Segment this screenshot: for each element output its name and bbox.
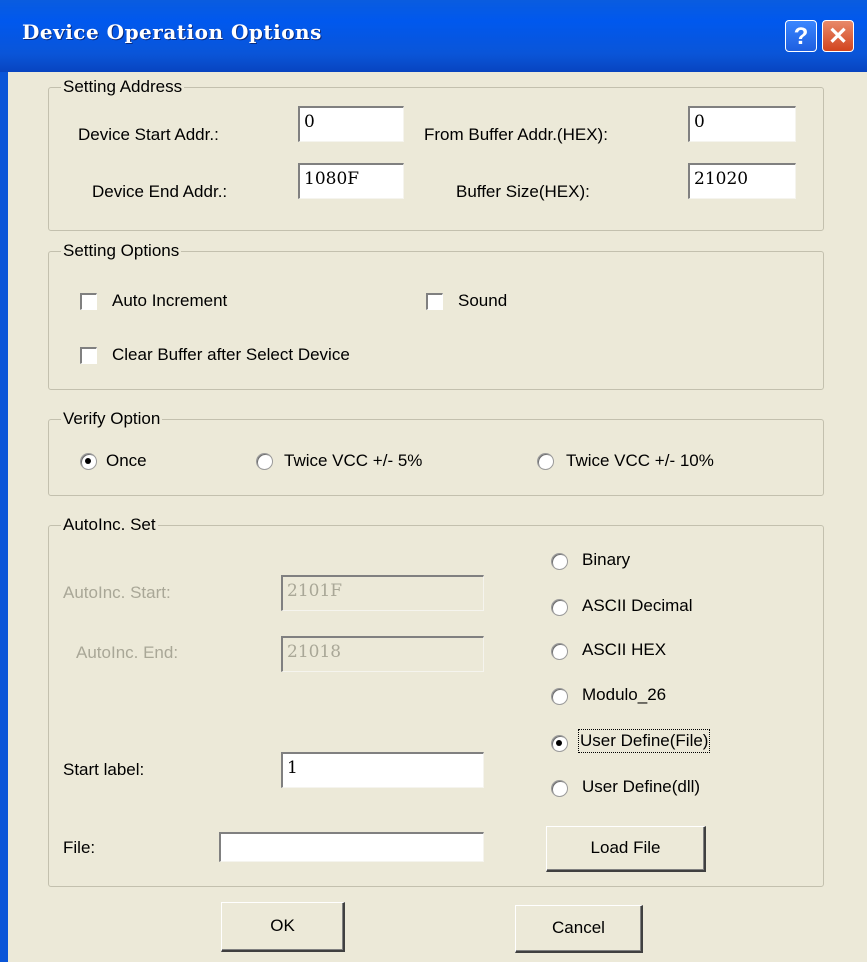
device-start-label: Device Start Addr.: bbox=[78, 125, 219, 144]
buffer-size-input[interactable]: 21020 bbox=[688, 163, 796, 199]
mode-binary-label[interactable]: Binary bbox=[582, 550, 630, 570]
mode-ascii-hex-radio[interactable] bbox=[551, 643, 568, 660]
file-label: File: bbox=[63, 838, 96, 857]
mode-user-define-dll-label[interactable]: User Define(dll) bbox=[582, 777, 700, 797]
device-operation-options-dialog: Device Operation Options ? ✕ Setting Add… bbox=[0, 0, 867, 962]
verify-option-legend: Verify Option bbox=[63, 409, 161, 428]
autoinc-set-legend: AutoInc. Set bbox=[63, 515, 156, 534]
autoinc-start-input[interactable]: 2101F bbox=[281, 575, 484, 611]
buffer-size-label: Buffer Size(HEX): bbox=[456, 182, 590, 201]
mode-ascii-decimal-radio[interactable] bbox=[551, 599, 568, 616]
autoinc-start-label: AutoInc. Start: bbox=[63, 583, 171, 602]
verify-once-radio[interactable] bbox=[80, 453, 97, 470]
cancel-button[interactable]: Cancel bbox=[515, 905, 643, 953]
auto-increment-checkbox[interactable] bbox=[80, 293, 97, 310]
from-buffer-input[interactable]: 0 bbox=[688, 106, 796, 142]
verify-once-label[interactable]: Once bbox=[106, 451, 147, 471]
verify-twice-5-radio[interactable] bbox=[256, 453, 273, 470]
start-label-label: Start label: bbox=[63, 760, 145, 779]
mode-modulo-26-radio[interactable] bbox=[551, 688, 568, 705]
verify-twice-10-radio[interactable] bbox=[537, 453, 554, 470]
window-border bbox=[0, 72, 8, 962]
mode-modulo-26-label[interactable]: Modulo_26 bbox=[582, 685, 666, 705]
mode-user-define-file-label[interactable]: User Define(File) bbox=[577, 729, 711, 753]
clear-buffer-label[interactable]: Clear Buffer after Select Device bbox=[112, 345, 350, 365]
close-button[interactable]: ✕ bbox=[822, 20, 854, 52]
mode-ascii-hex-label[interactable]: ASCII HEX bbox=[582, 640, 666, 660]
ok-button[interactable]: OK bbox=[221, 902, 345, 952]
autoinc-end-input[interactable]: 21018 bbox=[281, 636, 484, 672]
help-button[interactable]: ? bbox=[785, 20, 817, 52]
setting-options-group: Setting Options bbox=[48, 241, 824, 390]
setting-address-group: Setting Address bbox=[48, 77, 824, 231]
from-buffer-label: From Buffer Addr.(HEX): bbox=[424, 125, 608, 144]
start-label-input[interactable]: 1 bbox=[281, 752, 484, 788]
mode-ascii-decimal-label[interactable]: ASCII Decimal bbox=[582, 596, 693, 616]
title-bar[interactable]: Device Operation Options ? ✕ bbox=[0, 0, 867, 72]
sound-label[interactable]: Sound bbox=[458, 291, 507, 311]
load-file-button[interactable]: Load File bbox=[546, 826, 706, 872]
verify-twice-5-label[interactable]: Twice VCC +/- 5% bbox=[284, 451, 422, 471]
setting-options-legend: Setting Options bbox=[63, 241, 180, 260]
verify-twice-10-label[interactable]: Twice VCC +/- 10% bbox=[566, 451, 714, 471]
autoinc-end-label: AutoInc. End: bbox=[76, 643, 179, 662]
mode-user-define-dll-radio[interactable] bbox=[551, 780, 568, 797]
mode-user-define-file-radio[interactable] bbox=[551, 735, 568, 752]
setting-address-legend: Setting Address bbox=[63, 77, 183, 96]
device-end-label: Device End Addr.: bbox=[92, 182, 228, 201]
mode-binary-radio[interactable] bbox=[551, 553, 568, 570]
dialog-title: Device Operation Options bbox=[22, 20, 322, 44]
device-start-input[interactable]: 0 bbox=[298, 106, 404, 142]
sound-checkbox[interactable] bbox=[426, 293, 443, 310]
device-end-input[interactable]: 1080F bbox=[298, 163, 404, 199]
clear-buffer-checkbox[interactable] bbox=[80, 347, 97, 364]
file-input[interactable] bbox=[219, 832, 484, 862]
auto-increment-label[interactable]: Auto Increment bbox=[112, 291, 227, 311]
